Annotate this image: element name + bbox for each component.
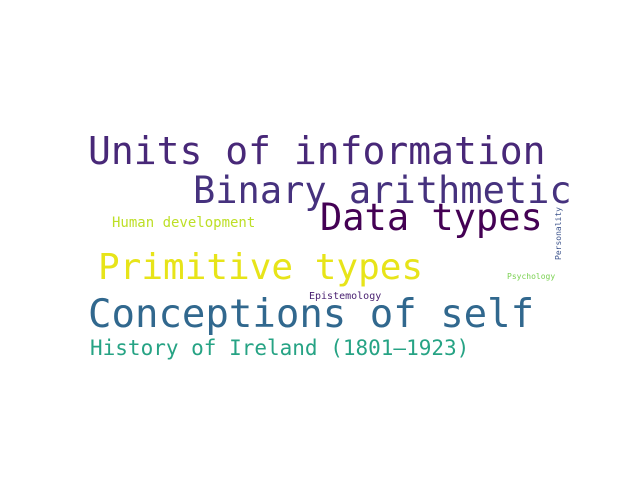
word-human-development: Human development bbox=[112, 215, 256, 231]
word-psychology: Psychology bbox=[507, 272, 556, 281]
word-cloud: Units of information Binary arithmetic D… bbox=[0, 0, 640, 480]
word-conceptions-of-self: Conceptions of self bbox=[88, 292, 535, 337]
word-history-of-ireland: History of Ireland (1801–1923) bbox=[90, 336, 470, 360]
word-data-types: Data types bbox=[320, 196, 543, 239]
word-personality: Personality bbox=[554, 207, 563, 260]
word-units-of-information: Units of information bbox=[88, 129, 546, 173]
word-primitive-types: Primitive types bbox=[98, 247, 424, 288]
